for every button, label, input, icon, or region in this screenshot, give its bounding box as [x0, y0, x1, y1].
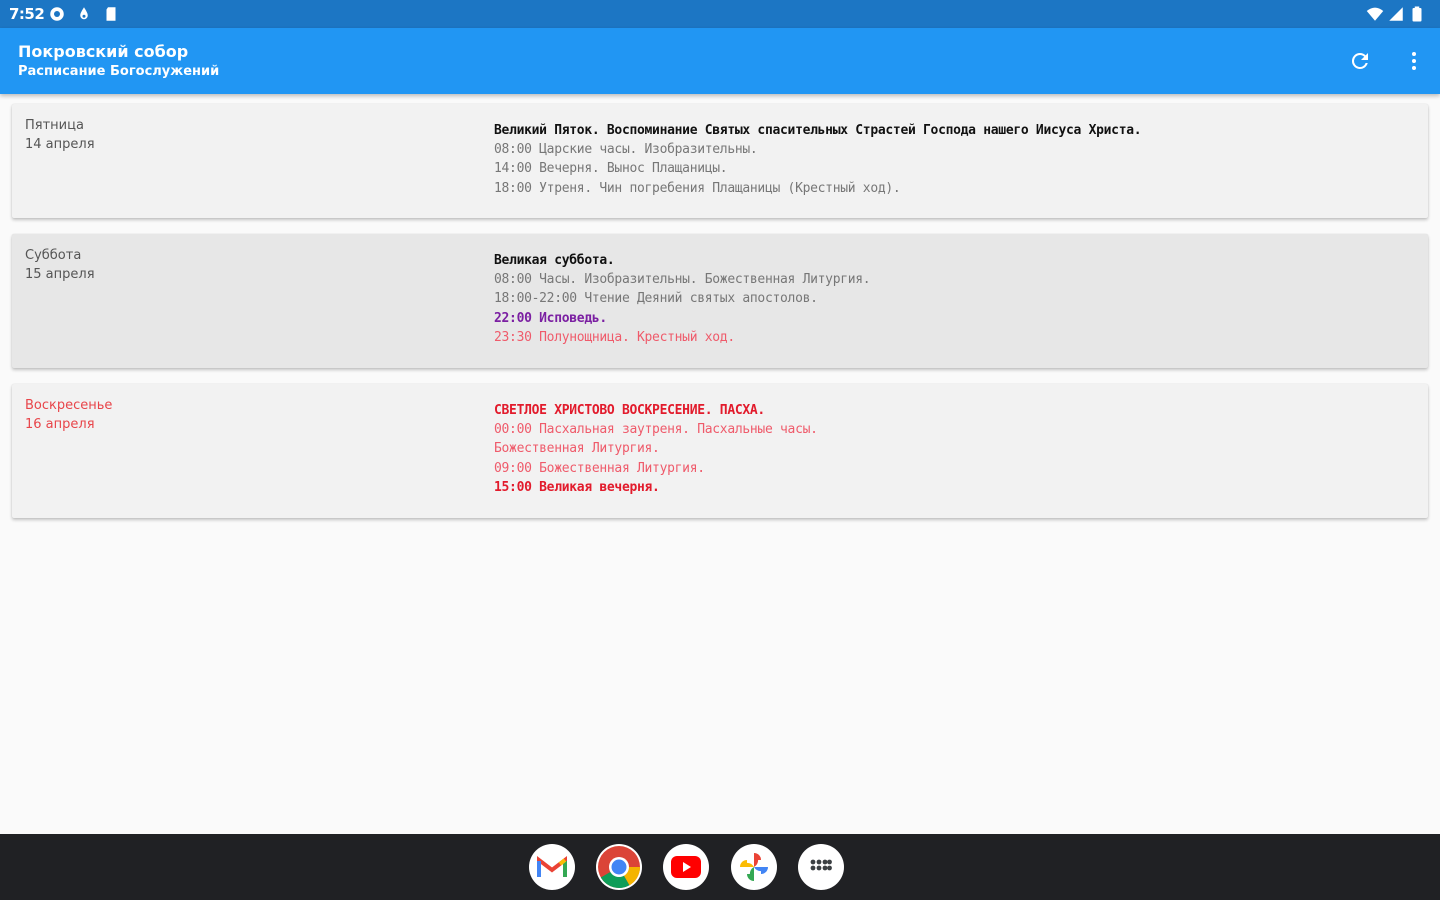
service-title: Великий Пяток. Воспоминание Святых спаси… — [494, 123, 1142, 138]
app-title: Покровский собор — [18, 42, 189, 61]
service-line-highlight: 23:30 Полунощница. Крестный ход. — [494, 329, 735, 345]
service-line: 00:00 Пасхальная заутреня. Пасхальные ча… — [494, 422, 818, 438]
schedule-card-sunday[interactable]: Воскресенье 16 апреля СВЕТЛОЕ ХРИСТОВО В… — [12, 384, 1428, 518]
sd-card-icon — [106, 7, 116, 21]
service-title: СВЕТЛОЕ ХРИСТОВО ВОСКРЕСЕНИЕ. ПАСХА. — [494, 403, 765, 418]
date: 14 апреля — [25, 137, 95, 152]
app-drawer-icon — [810, 859, 832, 871]
chrome-icon — [598, 846, 640, 889]
schedule-card-friday[interactable]: Пятница 14 апреля Великий Пяток. Воспоми… — [12, 104, 1428, 218]
more-vert-icon — [1412, 52, 1416, 70]
service-line: 14:00 Вечерня. Вынос Плащаницы. — [494, 161, 728, 177]
app-bar: Покровский собор Расписание Богослужений — [0, 28, 1440, 94]
weekday: Пятница — [25, 118, 84, 133]
service-title: Великая суббота. — [494, 253, 615, 268]
refresh-icon — [1351, 52, 1368, 69]
gmail-app[interactable] — [529, 844, 575, 890]
day-label: Воскресенье 16 апреля — [25, 396, 112, 434]
wifi-icon — [1366, 7, 1384, 21]
battery-icon — [1412, 6, 1422, 22]
gmail-icon — [537, 855, 567, 877]
settings-icon — [50, 7, 64, 21]
services-list: Великая суббота. 08:00 Часы. Изобразител… — [494, 251, 871, 347]
service-line: 08:00 Часы. Изобразительны. Божественная… — [494, 272, 871, 288]
service-line: 08:00 Царские часы. Изобразительны. — [494, 142, 758, 158]
weekday: Воскресенье — [25, 398, 113, 413]
day-label: Суббота 15 апреля — [25, 246, 95, 284]
app-drawer-button[interactable] — [798, 844, 844, 890]
vpn-key-icon — [80, 7, 88, 20]
service-line: 18:00-22:00 Чтение Деяний святых апостол… — [494, 291, 818, 307]
more-options-button[interactable] — [1398, 45, 1430, 77]
chrome-app[interactable] — [596, 844, 642, 890]
status-bar: 7:52 — [0, 0, 1440, 28]
refresh-button[interactable] — [1344, 45, 1376, 77]
date: 16 апреля — [25, 417, 95, 432]
service-line: Божественная Литургия. — [494, 441, 660, 457]
photos-app[interactable] — [731, 844, 777, 890]
service-line: 09:00 Божественная Литургия. — [494, 460, 705, 476]
youtube-app[interactable] — [663, 844, 709, 890]
status-icons-right — [1366, 5, 1426, 23]
photos-icon — [740, 853, 768, 881]
weekday: Суббота — [25, 248, 82, 263]
youtube-icon — [671, 856, 701, 878]
service-line: 18:00 Утреня. Чин погребения Плащаницы (… — [494, 180, 901, 196]
schedule-card-saturday[interactable]: Суббота 15 апреля Великая суббота. 08:00… — [12, 234, 1428, 368]
services-list: СВЕТЛОЕ ХРИСТОВО ВОСКРЕСЕНИЕ. ПАСХА. 00:… — [494, 401, 818, 497]
day-label: Пятница 14 апреля — [25, 116, 95, 154]
status-time: 7:52 — [9, 5, 45, 23]
taskbar-dock — [0, 834, 1440, 900]
services-list: Великий Пяток. Воспоминание Святых спаси… — [494, 121, 1142, 198]
signal-icon — [1389, 7, 1403, 21]
service-line-confession: 22:00 Исповедь. — [494, 310, 607, 326]
service-line-highlight: 15:00 Великая вечерня. — [494, 479, 660, 495]
status-icons-left — [48, 5, 120, 23]
date: 15 апреля — [25, 267, 95, 282]
app-subtitle: Расписание Богослужений — [18, 64, 220, 79]
